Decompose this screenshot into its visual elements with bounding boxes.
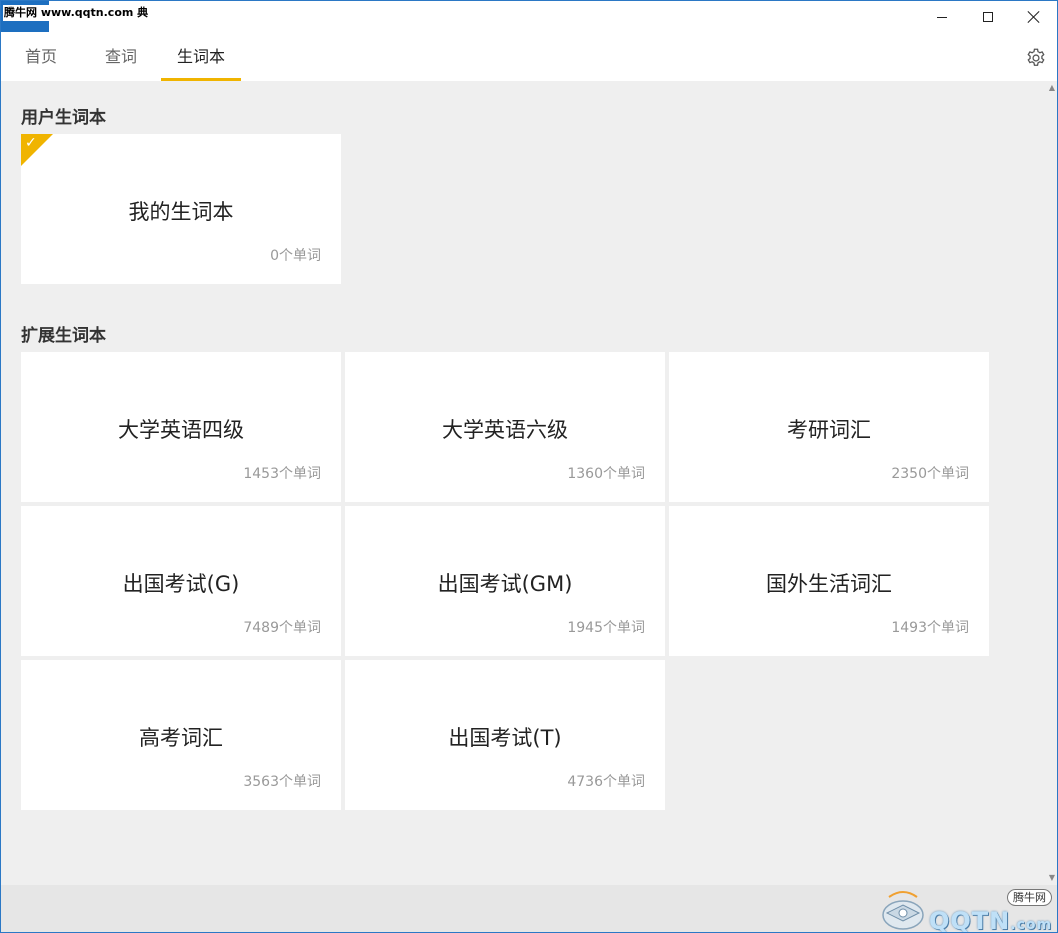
- wordbook-count: 1493个单词: [891, 620, 969, 636]
- tab-home[interactable]: 首页: [1, 33, 81, 81]
- wordbook-count: 0个单词: [270, 248, 321, 264]
- scroll-up-icon[interactable]: ▲: [1047, 83, 1057, 93]
- maximize-button[interactable]: [965, 1, 1011, 33]
- vertical-scrollbar[interactable]: ▲ ▼: [1047, 81, 1057, 885]
- watermark-site-badge: 腾牛网: [1007, 889, 1052, 906]
- wordbook-card-my[interactable]: ✓ 我的生词本 0个单词: [21, 134, 341, 284]
- extended-wordbook-heading: 扩展生词本: [21, 326, 106, 346]
- watermark-logo-text: QQTN.com: [929, 907, 1053, 933]
- wordbook-card[interactable]: 考研词汇 2350个单词: [669, 352, 989, 502]
- wordbook-card[interactable]: 出国考试(GM) 1945个单词: [345, 506, 665, 656]
- wordbook-card[interactable]: 出国考试(G) 7489个单词: [21, 506, 341, 656]
- watermark-logo-suffix: .com: [1010, 917, 1053, 933]
- user-wordbook-heading: 用户生词本: [21, 108, 106, 128]
- wordbook-card[interactable]: 高考词汇 3563个单词: [21, 660, 341, 810]
- minimize-button[interactable]: [919, 1, 965, 33]
- app-window: 腾牛网 www.qqtn.com 典 首页 查词 生词本 用户生词本 ✓ 我的生…: [0, 0, 1058, 933]
- title-bar: 腾牛网 www.qqtn.com 典: [1, 1, 1057, 33]
- wordbook-name: 我的生词本: [128, 200, 234, 224]
- wordbook-count: 7489个单词: [243, 620, 321, 636]
- checkmark-icon: ✓: [25, 135, 37, 151]
- tab-wordbook[interactable]: 生词本: [161, 33, 241, 81]
- wordbook-name: 出国考试(G): [122, 572, 240, 596]
- wordbook-name: 大学英语六级: [442, 418, 568, 442]
- watermark-logo: 腾牛网 QQTN.com: [879, 885, 1057, 933]
- wordbook-name: 高考词汇: [139, 726, 223, 750]
- wordbook-name: 考研词汇: [787, 418, 871, 442]
- wordbook-card[interactable]: 大学英语六级 1360个单词: [345, 352, 665, 502]
- minimize-icon: [937, 16, 947, 18]
- wordbook-name: 出国考试(T): [448, 726, 562, 750]
- watermark-emblem-icon: [882, 891, 924, 930]
- tab-bar: 首页 查词 生词本: [1, 33, 1057, 81]
- wordbook-count: 1945个单词: [567, 620, 645, 636]
- wordbook-count: 3563个单词: [243, 774, 321, 790]
- wordbook-count: 2350个单词: [891, 466, 969, 482]
- tab-lookup[interactable]: 查词: [81, 33, 161, 81]
- watermark-logo-main: QQTN: [929, 907, 1011, 933]
- wordbook-name: 大学英语四级: [118, 418, 244, 442]
- wordbook-name: 出国考试(GM): [437, 572, 573, 596]
- wordbook-card[interactable]: 大学英语四级 1453个单词: [21, 352, 341, 502]
- settings-button[interactable]: [1021, 43, 1051, 73]
- gear-icon: [1027, 48, 1045, 66]
- watermark-text: 腾牛网 www.qqtn.com 典: [3, 5, 152, 21]
- wordbook-card[interactable]: 出国考试(T) 4736个单词: [345, 660, 665, 810]
- wordbook-count: 1360个单词: [567, 466, 645, 482]
- wordbook-name: 国外生活词汇: [766, 572, 892, 596]
- close-button[interactable]: [1011, 1, 1057, 33]
- close-icon: [1028, 11, 1040, 23]
- maximize-icon: [983, 12, 993, 22]
- wordbook-card[interactable]: 国外生活词汇 1493个单词: [669, 506, 989, 656]
- wordbook-count: 1453个单词: [243, 466, 321, 482]
- wordbook-count: 4736个单词: [567, 774, 645, 790]
- scroll-down-icon[interactable]: ▼: [1047, 873, 1057, 883]
